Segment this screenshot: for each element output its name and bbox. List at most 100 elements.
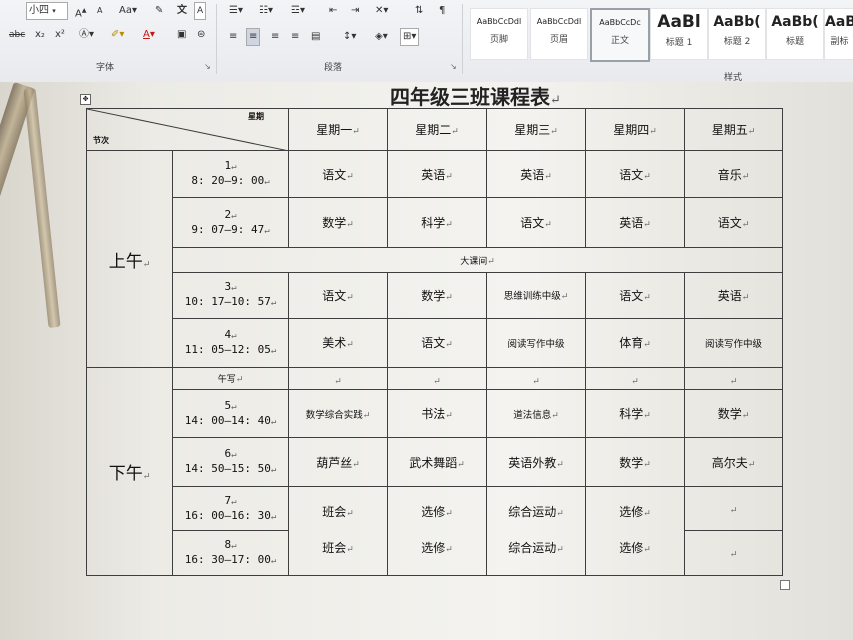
- day-header[interactable]: 星期五↵: [684, 107, 783, 152]
- align-right-icon[interactable]: ≡: [268, 28, 282, 46]
- subject-cell-merged[interactable]: 选修↵ 选修↵: [387, 485, 487, 577]
- char-border-icon[interactable]: A: [194, 2, 207, 20]
- subject-cell[interactable]: 体育↵: [585, 318, 685, 368]
- empty-cell[interactable]: ↵: [387, 366, 487, 390]
- afternoon-cell[interactable]: 下午↵: [86, 366, 173, 577]
- subject-cell[interactable]: 阅读写作中级: [684, 318, 783, 368]
- show-marks-icon[interactable]: ¶: [436, 2, 448, 20]
- subject-cell[interactable]: 语文↵: [288, 150, 388, 198]
- bullets-icon[interactable]: ☰▾: [226, 2, 246, 20]
- empty-cell[interactable]: ↵: [585, 366, 685, 390]
- subject-cell[interactable]: 科学↵: [585, 388, 685, 439]
- day-header[interactable]: 星期三↵: [486, 107, 586, 152]
- style-title[interactable]: AaBb( 标题: [766, 8, 824, 60]
- subject-cell[interactable]: 阅读写作中级: [486, 318, 586, 368]
- style-subtitle[interactable]: AaB 副标: [824, 8, 853, 60]
- style-heading-2[interactable]: AaBb( 标题 2: [708, 8, 766, 60]
- period-cell[interactable]: 8↵ 16: 30—17: 00↵: [172, 530, 289, 576]
- paragraph-dialog-launcher-icon[interactable]: ↘: [450, 62, 457, 71]
- line-spacing-icon[interactable]: ↕▾: [340, 28, 359, 46]
- sort-icon[interactable]: ⇅: [412, 2, 426, 20]
- subject-cell[interactable]: 数学↵: [684, 388, 783, 439]
- period-cell[interactable]: 1↵ 8: 20—9: 00↵: [172, 150, 289, 198]
- subject-cell[interactable]: 数学综合实践↵: [288, 388, 388, 439]
- increase-indent-icon[interactable]: ⇥: [348, 2, 362, 20]
- text-effects-icon[interactable]: Ⓐ▾: [76, 26, 97, 44]
- subject-cell[interactable]: 数学↵: [387, 271, 487, 320]
- subject-cell[interactable]: 思维训练中级↵: [486, 271, 586, 320]
- subject-cell[interactable]: 语文↵: [684, 196, 783, 249]
- subject-cell[interactable]: 书法↵: [387, 388, 487, 439]
- justify-icon[interactable]: ≡: [288, 28, 302, 46]
- subject-cell[interactable]: 高尔夫↵: [684, 437, 783, 487]
- multilevel-list-icon[interactable]: ☲▾: [288, 2, 308, 20]
- subject-cell-merged[interactable]: 综合运动↵ 综合运动↵: [486, 485, 586, 577]
- chinese-layout-icon[interactable]: ✕▾: [372, 2, 391, 20]
- char-shading-icon[interactable]: ▣: [174, 26, 189, 44]
- style-footer[interactable]: AaBbCcDdl 页脚: [470, 8, 528, 60]
- subject-cell[interactable]: 美术↵: [288, 318, 388, 368]
- subject-cell[interactable]: 科学↵: [387, 196, 487, 249]
- noon-cell[interactable]: 午写↵: [172, 366, 289, 390]
- subject-cell[interactable]: 葫芦丝↵: [288, 437, 388, 487]
- period-cell[interactable]: 4↵ 11: 05—12: 05↵: [172, 318, 289, 368]
- shading-icon[interactable]: ◈▾: [372, 28, 391, 46]
- empty-cell[interactable]: ↵: [288, 366, 388, 390]
- period-cell[interactable]: 3↵ 10: 17—10: 57↵: [172, 271, 289, 320]
- subject-cell[interactable]: 英语外教↵: [486, 437, 586, 487]
- break-cell[interactable]: 大课间↵: [172, 247, 783, 273]
- align-left-icon[interactable]: ≡: [226, 28, 240, 46]
- corner-cell[interactable]: 星期 节次: [86, 107, 289, 152]
- day-header[interactable]: 星期一↵: [288, 107, 388, 152]
- subject-cell-merged[interactable]: 班会↵ 班会↵: [288, 485, 388, 577]
- document-title[interactable]: 四年级三班课程表↵: [390, 81, 561, 110]
- change-case-button[interactable]: Aa▾: [116, 2, 140, 20]
- superscript-button[interactable]: x²: [52, 26, 68, 44]
- enclose-char-icon[interactable]: ⊜: [194, 26, 208, 44]
- subject-cell[interactable]: 武术舞蹈↵: [387, 437, 487, 487]
- day-header[interactable]: 星期四↵: [585, 107, 685, 152]
- subject-cell[interactable]: 语文↵: [387, 318, 487, 368]
- subscript-button[interactable]: x₂: [32, 26, 48, 44]
- day-header[interactable]: 星期二↵: [387, 107, 487, 152]
- subject-cell[interactable]: 数学↵: [585, 437, 685, 487]
- subject-cell[interactable]: 语文↵: [585, 271, 685, 320]
- strikethrough-icon[interactable]: abc: [6, 26, 28, 44]
- subject-cell-merged[interactable]: 选修↵ 选修↵: [585, 485, 685, 577]
- numbering-icon[interactable]: ☷▾: [256, 2, 276, 20]
- highlight-icon[interactable]: ✐▾: [108, 26, 127, 44]
- subject-cell[interactable]: 道法信息↵: [486, 388, 586, 439]
- grow-font-button[interactable]: A▲: [72, 2, 89, 20]
- distribute-icon[interactable]: ▤: [308, 28, 323, 46]
- subject-cell[interactable]: 语文↵: [486, 196, 586, 249]
- style-heading-1[interactable]: AaBl 标题 1: [650, 8, 708, 60]
- subject-cell[interactable]: 语文↵: [288, 271, 388, 320]
- empty-cell[interactable]: ↵: [684, 485, 783, 532]
- table-move-handle-icon[interactable]: ✥: [80, 94, 91, 105]
- subject-cell[interactable]: 语文↵: [585, 150, 685, 198]
- font-size-select[interactable]: 小四 ▾: [26, 2, 68, 20]
- clear-format-icon[interactable]: ✎: [152, 2, 166, 20]
- empty-cell[interactable]: ↵: [684, 366, 783, 390]
- period-cell[interactable]: 6↵ 14: 50—15: 50↵: [172, 437, 289, 487]
- borders-icon[interactable]: ⊞▾: [400, 28, 420, 46]
- align-center-icon[interactable]: ≡: [246, 28, 261, 46]
- table-resize-handle-icon[interactable]: [780, 580, 790, 590]
- morning-cell[interactable]: 上午↵: [86, 150, 173, 368]
- phonetic-guide-icon[interactable]: 文: [174, 2, 190, 20]
- period-cell[interactable]: 5↵ 14: 00—14: 40↵: [172, 388, 289, 439]
- style-normal[interactable]: AaBbCcDc 正文: [590, 8, 650, 62]
- subject-cell[interactable]: 英语↵: [387, 150, 487, 198]
- font-color-icon[interactable]: A▾: [140, 26, 158, 44]
- subject-cell[interactable]: 数学↵: [288, 196, 388, 249]
- decrease-indent-icon[interactable]: ⇤: [326, 2, 340, 20]
- shrink-font-button[interactable]: A: [94, 2, 105, 20]
- empty-cell[interactable]: ↵: [684, 530, 783, 576]
- subject-cell[interactable]: 英语↵: [585, 196, 685, 249]
- period-cell[interactable]: 7↵ 16: 00—16: 30↵: [172, 485, 289, 532]
- empty-cell[interactable]: ↵: [486, 366, 586, 390]
- subject-cell[interactable]: 英语↵: [684, 271, 783, 320]
- subject-cell[interactable]: 音乐↵: [684, 150, 783, 198]
- period-cell[interactable]: 2↵ 9: 07—9: 47↵: [172, 196, 289, 249]
- font-dialog-launcher-icon[interactable]: ↘: [204, 62, 211, 71]
